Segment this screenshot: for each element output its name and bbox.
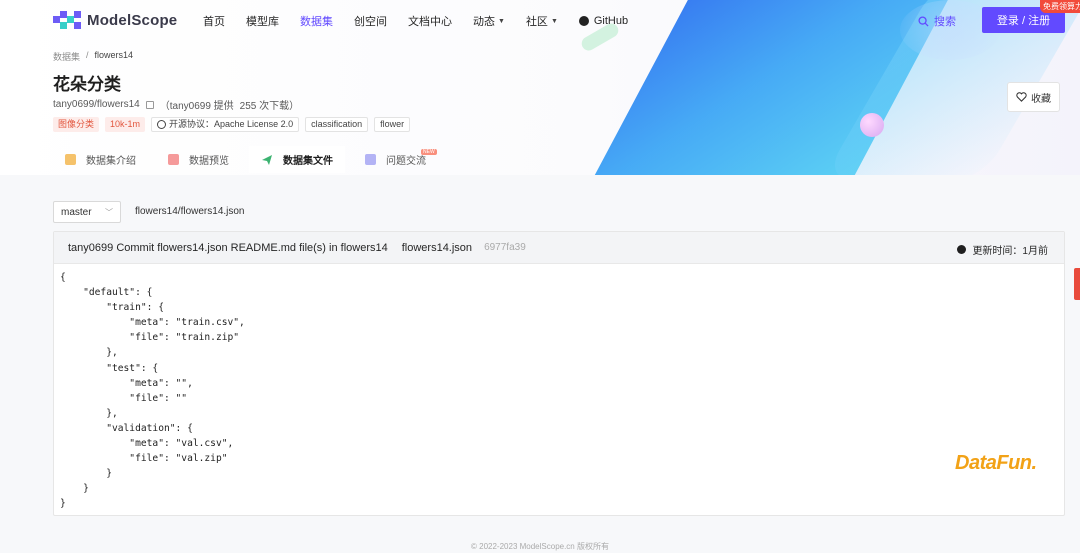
nav-item-github-label: GitHub	[593, 15, 629, 27]
tag-flower[interactable]: flower	[374, 117, 411, 132]
nav-item-datasets[interactable]: 数据集	[300, 13, 333, 29]
footer-copyright: © 2022-2023 ModelScope.cn 版权所有	[471, 542, 609, 551]
update-time-label: 更新时间：1月前	[972, 246, 1048, 257]
heart-icon	[1016, 92, 1027, 102]
dataset-tags: 图像分类 10k-1m 开源协议：Apache License 2.0 clas…	[53, 117, 411, 132]
page-title: 花朵分类	[53, 75, 121, 94]
caret-down-icon: ▼	[550, 17, 558, 25]
nav-item-github[interactable]: GitHub	[578, 13, 629, 29]
nav-item-docs[interactable]: 文档中心	[408, 13, 452, 29]
side-float-tab[interactable]	[1074, 268, 1080, 300]
nav-item-news-label: 动态	[473, 16, 495, 28]
breadcrumb-separator: /	[86, 50, 89, 60]
commit-hash[interactable]: 6977fa39	[484, 242, 526, 253]
license-icon	[157, 120, 167, 129]
repo-name: tany0699/flowers14	[53, 99, 140, 110]
commit-file[interactable]: flowers14.json	[402, 242, 472, 254]
commit-message: tany0699 Commit flowers14.json README.md…	[68, 241, 388, 254]
nav-item-community[interactable]: 社区 ▼	[526, 13, 558, 29]
nav-item-community-label: 社区	[525, 16, 548, 28]
tab-issues[interactable]: 问题交流 NEW	[353, 146, 438, 173]
code-content: { "default": { "train": { "meta": "train…	[60, 272, 245, 510]
logo-text: ModelScope	[87, 11, 178, 29]
send-icon	[262, 154, 272, 165]
download-count: 255 次下载）	[239, 101, 300, 112]
nav-menu: 首页 模型库 数据集 创空间 文档中心 动态 ▼ 社区 ▼ GitHub	[203, 13, 649, 29]
branch-select[interactable]: master ﹀	[53, 201, 121, 223]
tag-license-label: 开源协议：Apache License 2.0	[169, 119, 294, 129]
modelscope-logo-icon	[53, 11, 81, 29]
new-badge: NEW	[421, 149, 437, 155]
preview-icon	[168, 154, 179, 165]
commit-bar: tany0699 Commit flowers14.json README.md…	[54, 232, 1064, 264]
tab-files[interactable]: 数据集文件	[249, 146, 345, 173]
favorite-button[interactable]: 收藏	[1007, 82, 1060, 112]
tab-intro[interactable]: 数据集介绍	[53, 146, 148, 173]
provider-text: （tany0699 提供	[159, 101, 234, 112]
chevron-down-icon: ﹀	[105, 207, 113, 217]
tab-issues-label: 问题交流	[386, 156, 426, 167]
tag-classification[interactable]: classification	[305, 117, 369, 132]
breadcrumb-root[interactable]: 数据集	[53, 50, 80, 63]
breadcrumb: 数据集 / flowers14	[53, 50, 133, 63]
promo-badge[interactable]: 免费领算力	[1040, 0, 1080, 13]
tab-intro-label: 数据集介绍	[86, 156, 136, 167]
update-time: 更新时间：1月前	[957, 242, 1048, 257]
logo[interactable]: ModelScope	[53, 11, 177, 29]
tab-files-label: 数据集文件	[283, 156, 333, 167]
tag-category[interactable]: 图像分类	[53, 117, 100, 132]
chat-icon	[365, 154, 376, 165]
copy-icon[interactable]	[145, 100, 154, 109]
tag-license[interactable]: 开源协议：Apache License 2.0	[151, 117, 300, 132]
favorite-label: 收藏	[1031, 93, 1051, 105]
clock-icon	[957, 245, 967, 254]
tab-preview[interactable]: 数据预览	[156, 146, 241, 173]
search-button[interactable]: 搜索	[918, 13, 956, 29]
dataset-meta: tany0699/flowers14 （tany0699 提供 255 次下载）	[53, 97, 299, 112]
tag-size[interactable]: 10k-1m	[105, 117, 146, 132]
file-path: flowers14/flowers14.json	[135, 206, 245, 217]
tab-preview-label: 数据预览	[189, 156, 229, 167]
search-icon	[918, 15, 929, 27]
caret-down-icon: ▼	[498, 17, 505, 25]
dataset-tabs: 数据集介绍 数据预览 数据集文件 问题交流 NEW	[53, 146, 446, 173]
nav-item-home[interactable]: 首页	[203, 13, 225, 29]
file-viewer: tany0699 Commit flowers14.json README.md…	[53, 231, 1065, 516]
datafun-watermark: DataFun.	[955, 452, 1037, 474]
search-label: 搜索	[934, 16, 956, 28]
nav-item-news[interactable]: 动态 ▼	[473, 13, 505, 29]
nav-item-studios[interactable]: 创空间	[354, 13, 387, 29]
nav-item-models[interactable]: 模型库	[246, 13, 279, 29]
top-nav: ModelScope 首页 模型库 数据集 创空间 文档中心 动态 ▼ 社区 ▼ G…	[0, 0, 1080, 40]
breadcrumb-current: flowers14	[94, 50, 134, 60]
hero-orb	[860, 113, 884, 137]
intro-icon	[65, 154, 76, 165]
branch-value: master	[61, 206, 92, 218]
github-icon	[578, 16, 589, 26]
